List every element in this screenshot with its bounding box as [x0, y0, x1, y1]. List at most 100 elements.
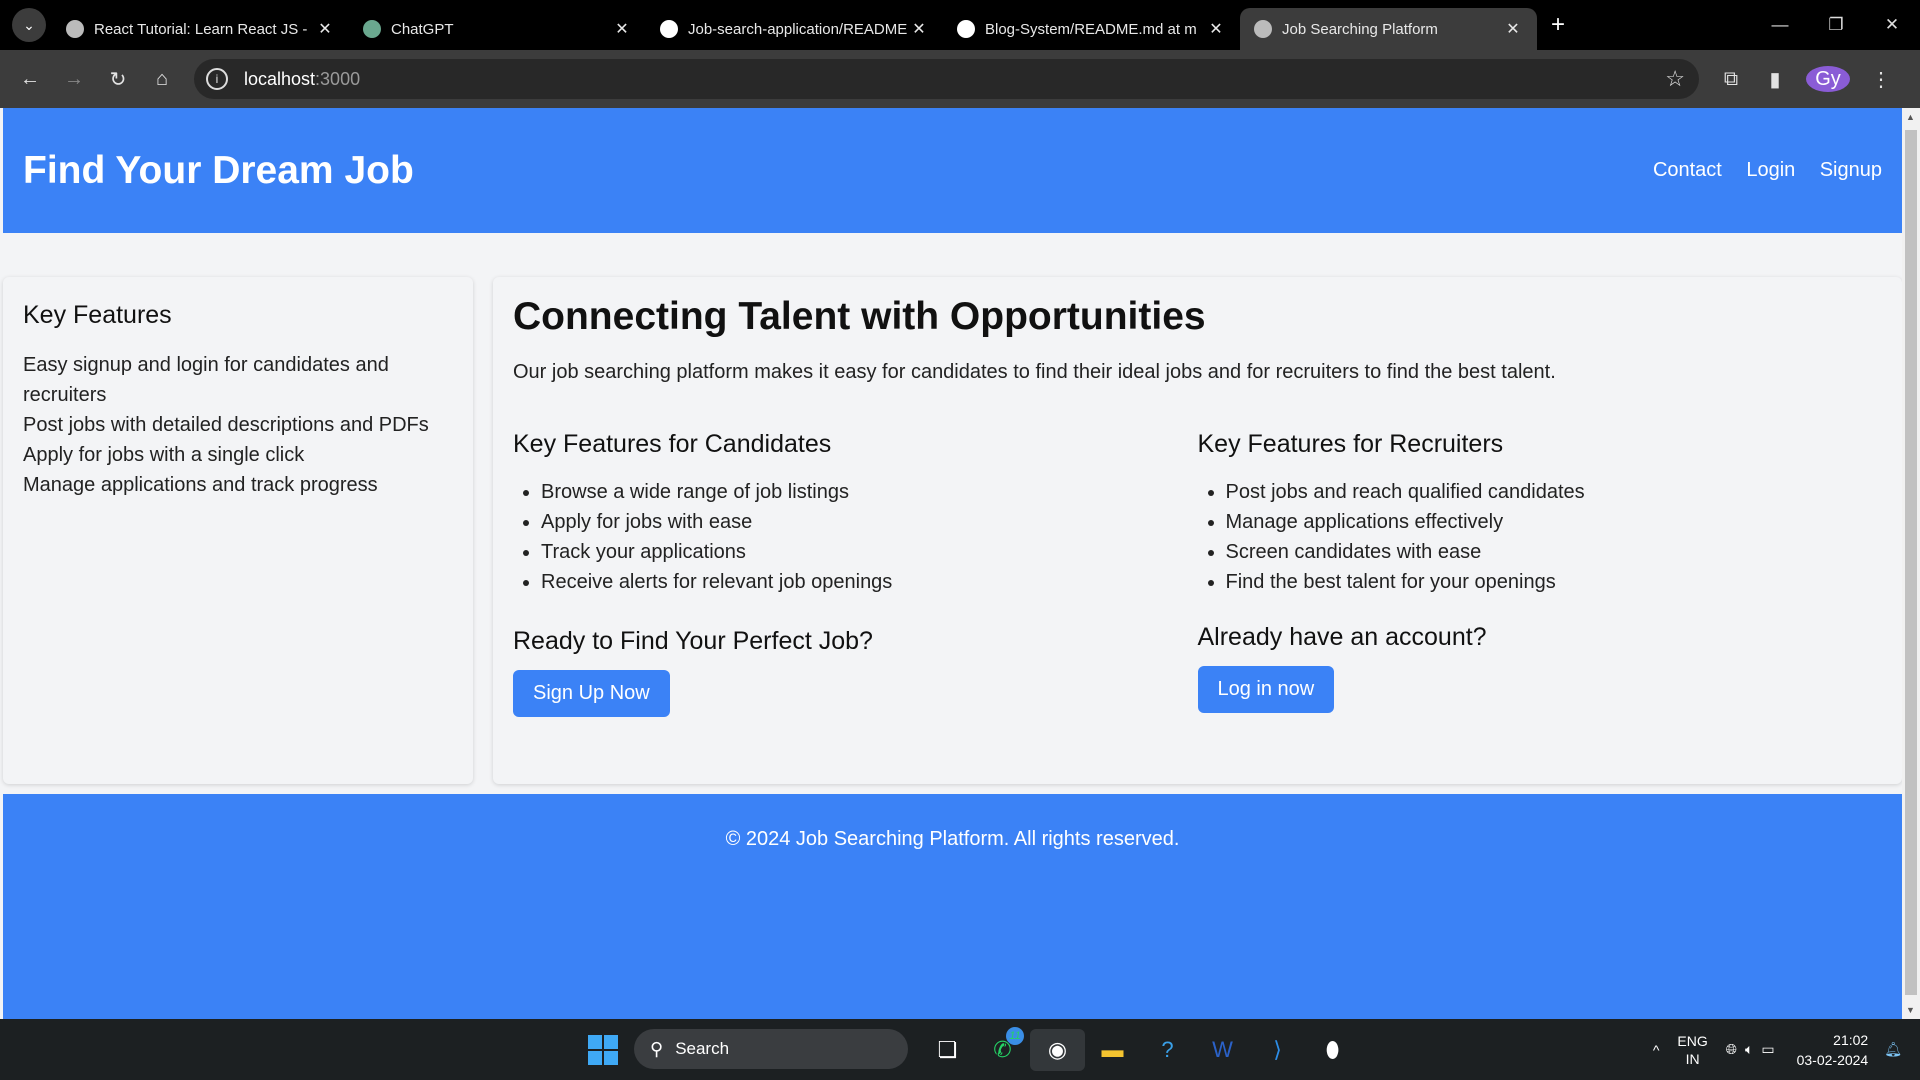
close-tab-icon[interactable]: ✕	[315, 19, 335, 39]
list-item: Manage applications effectively	[1226, 507, 1883, 537]
site-footer: © 2024 Job Searching Platform. All right…	[3, 794, 1902, 1019]
sidebar-item: Easy signup and login for candidates and…	[23, 354, 389, 406]
home-button[interactable]: ⌂	[140, 68, 184, 91]
volume-icon[interactable]: 🔈︎	[1745, 1041, 1753, 1058]
clock[interactable]: 21:02 03-02-2024	[1797, 1030, 1869, 1070]
lang-code: ENG	[1677, 1032, 1708, 1049]
word-icon[interactable]: W	[1195, 1029, 1250, 1071]
back-button[interactable]: ←	[8, 68, 52, 91]
list-item: Find the best talent for your openings	[1226, 567, 1883, 597]
search-icon: ⚲	[650, 1038, 664, 1059]
sidebar-item: Post jobs with detailed descriptions and…	[23, 414, 429, 436]
close-tab-icon[interactable]: ✕	[909, 19, 929, 39]
tab-search-button[interactable]: ⌄	[12, 8, 46, 42]
address-bar[interactable]: i localhost:3000 ☆	[194, 59, 1699, 99]
close-tab-icon[interactable]: ✕	[612, 19, 632, 39]
site-info-icon[interactable]: i	[206, 68, 228, 90]
candidates-title: Key Features for Candidates	[513, 430, 832, 458]
url-host: localhost	[244, 68, 316, 89]
browser-toolbar: ← → ↻ ⌂ i localhost:3000 ☆ ⧉ ▮ Gy ⋮	[0, 50, 1920, 108]
sign-up-now-button[interactable]: Sign Up Now	[513, 670, 670, 717]
site-header: Find Your Dream Job Contact Login Signup	[3, 108, 1902, 233]
profile-avatar[interactable]: Gy	[1806, 66, 1850, 92]
vscode-icon[interactable]: ⟩	[1250, 1029, 1305, 1071]
scroll-up-icon[interactable]: ▲	[1906, 112, 1915, 122]
whatsapp-icon[interactable]: ✆ 11	[975, 1027, 1030, 1071]
tab-title: Job Searching Platform	[1282, 20, 1438, 38]
tab-job-searching-platform[interactable]: Job Searching Platform ✕	[1240, 8, 1537, 50]
list-item: Post jobs and reach qualified candidates	[1226, 477, 1883, 507]
main-content: Connecting Talent with Opportunities Our…	[493, 277, 1902, 784]
notification-bell-icon[interactable]: 🔔︎	[1884, 1041, 1902, 1058]
candidates-column: Key Features for Candidates Browse a wid…	[513, 430, 1198, 717]
list-item: Apply for jobs with ease	[541, 507, 1198, 537]
sidebar-item: Manage applications and track progress	[23, 474, 378, 496]
list-item: Browse a wide range of job listings	[541, 477, 1198, 507]
whatsapp-badge: 11	[1006, 1027, 1024, 1045]
recruiters-title: Key Features for Recruiters	[1197, 430, 1504, 458]
new-tab-button[interactable]: +	[1551, 11, 1565, 39]
restore-button[interactable]: ❐	[1808, 0, 1864, 50]
search-label: Search	[675, 1039, 730, 1058]
hero-title: Connecting Talent with Opportunities	[513, 295, 1206, 338]
web-page: Find Your Dream Job Contact Login Signup…	[0, 108, 1902, 1019]
help-icon[interactable]: ?	[1140, 1029, 1195, 1071]
network-icon[interactable]: 🌐︎	[1726, 1041, 1737, 1058]
time: 21:02	[1833, 1031, 1869, 1048]
reload-button[interactable]: ↻	[96, 67, 140, 92]
nav-login[interactable]: Login	[1746, 159, 1795, 181]
chrome-icon[interactable]: ◉	[1030, 1029, 1085, 1071]
recruiters-column: Key Features for Recruiters Post jobs an…	[1197, 430, 1883, 717]
minimize-button[interactable]: —	[1752, 0, 1808, 50]
bookmark-star-icon[interactable]: ☆	[1665, 66, 1685, 92]
candidates-cta-title: Ready to Find Your Perfect Job?	[513, 627, 873, 655]
file-explorer-icon[interactable]: ▬	[1085, 1029, 1140, 1071]
windows-start-icon[interactable]	[588, 1035, 618, 1065]
close-tab-icon[interactable]: ✕	[1206, 19, 1226, 39]
favicon-icon	[66, 20, 84, 38]
menu-icon[interactable]: ⋮	[1859, 67, 1903, 92]
hero-description: Our job searching platform makes it easy…	[513, 361, 1556, 383]
scroll-down-icon[interactable]: ▼	[1906, 1005, 1915, 1015]
side-panel-icon[interactable]: ▮	[1753, 67, 1797, 92]
taskbar-search[interactable]: ⚲ Search	[634, 1029, 908, 1069]
copyright-text: © 2024 Job Searching Platform. All right…	[725, 828, 1180, 850]
tab-bar: ⌄ React Tutorial: Learn React JS - ✕ Chat…	[0, 0, 1920, 50]
tab-chatgpt[interactable]: ChatGPT ✕	[349, 8, 646, 50]
taskbar: ⚲ Search ❏ ✆ 11 ◉ ▬ ? W ⟩ ⬮ ^ ENG IN 🌐︎ 🔈︎ …	[0, 1019, 1920, 1080]
site-nav: Contact Login Signup	[1633, 159, 1882, 182]
forward-button[interactable]: →	[52, 68, 96, 91]
tab-title: Job-search-application/README	[688, 20, 908, 38]
mongodb-compass-icon[interactable]: ⬮	[1305, 1029, 1360, 1071]
date: 03-02-2024	[1796, 1051, 1869, 1068]
tab-title: Blog-System/README.md at m	[985, 20, 1197, 38]
site-title: Find Your Dream Job	[23, 148, 414, 192]
extensions-icon[interactable]: ⧉	[1709, 68, 1753, 91]
task-view-icon[interactable]: ❏	[920, 1029, 975, 1071]
list-item: Receive alerts for relevant job openings	[541, 567, 1198, 597]
github-icon	[660, 20, 678, 38]
region-code: IN	[1685, 1050, 1700, 1067]
show-hidden-icons[interactable]: ^	[1653, 1042, 1660, 1058]
list-item: Track your applications	[541, 537, 1198, 567]
tab-react-tutorial[interactable]: React Tutorial: Learn React JS - ✕	[52, 8, 349, 50]
tab-title: React Tutorial: Learn React JS -	[94, 20, 308, 38]
log-in-now-button[interactable]: Log in now	[1197, 666, 1335, 713]
nav-signup[interactable]: Signup	[1820, 159, 1882, 181]
favicon-icon	[363, 20, 381, 38]
battery-icon[interactable]: ▭	[1761, 1041, 1774, 1058]
tab-job-search-readme[interactable]: Job-search-application/README ✕	[646, 8, 943, 50]
tab-blog-system-readme[interactable]: Blog-System/README.md at m ✕	[943, 8, 1240, 50]
close-tab-icon[interactable]: ✕	[1503, 19, 1523, 39]
tab-title: ChatGPT	[391, 20, 454, 38]
scrollbar-thumb[interactable]	[1905, 130, 1917, 995]
language-indicator[interactable]: ENG IN	[1677, 1032, 1707, 1068]
nav-contact[interactable]: Contact	[1653, 159, 1722, 181]
sidebar-item: Apply for jobs with a single click	[23, 444, 305, 466]
github-icon	[957, 20, 975, 38]
page-scrollbar[interactable]: ▲ ▼	[1902, 108, 1920, 1019]
sidebar-title: Key Features	[23, 301, 172, 329]
close-window-button[interactable]: ✕	[1864, 0, 1920, 50]
sidebar: Key Features Easy signup and login for c…	[3, 277, 473, 784]
recruiters-cta-title: Already have an account?	[1197, 623, 1487, 651]
